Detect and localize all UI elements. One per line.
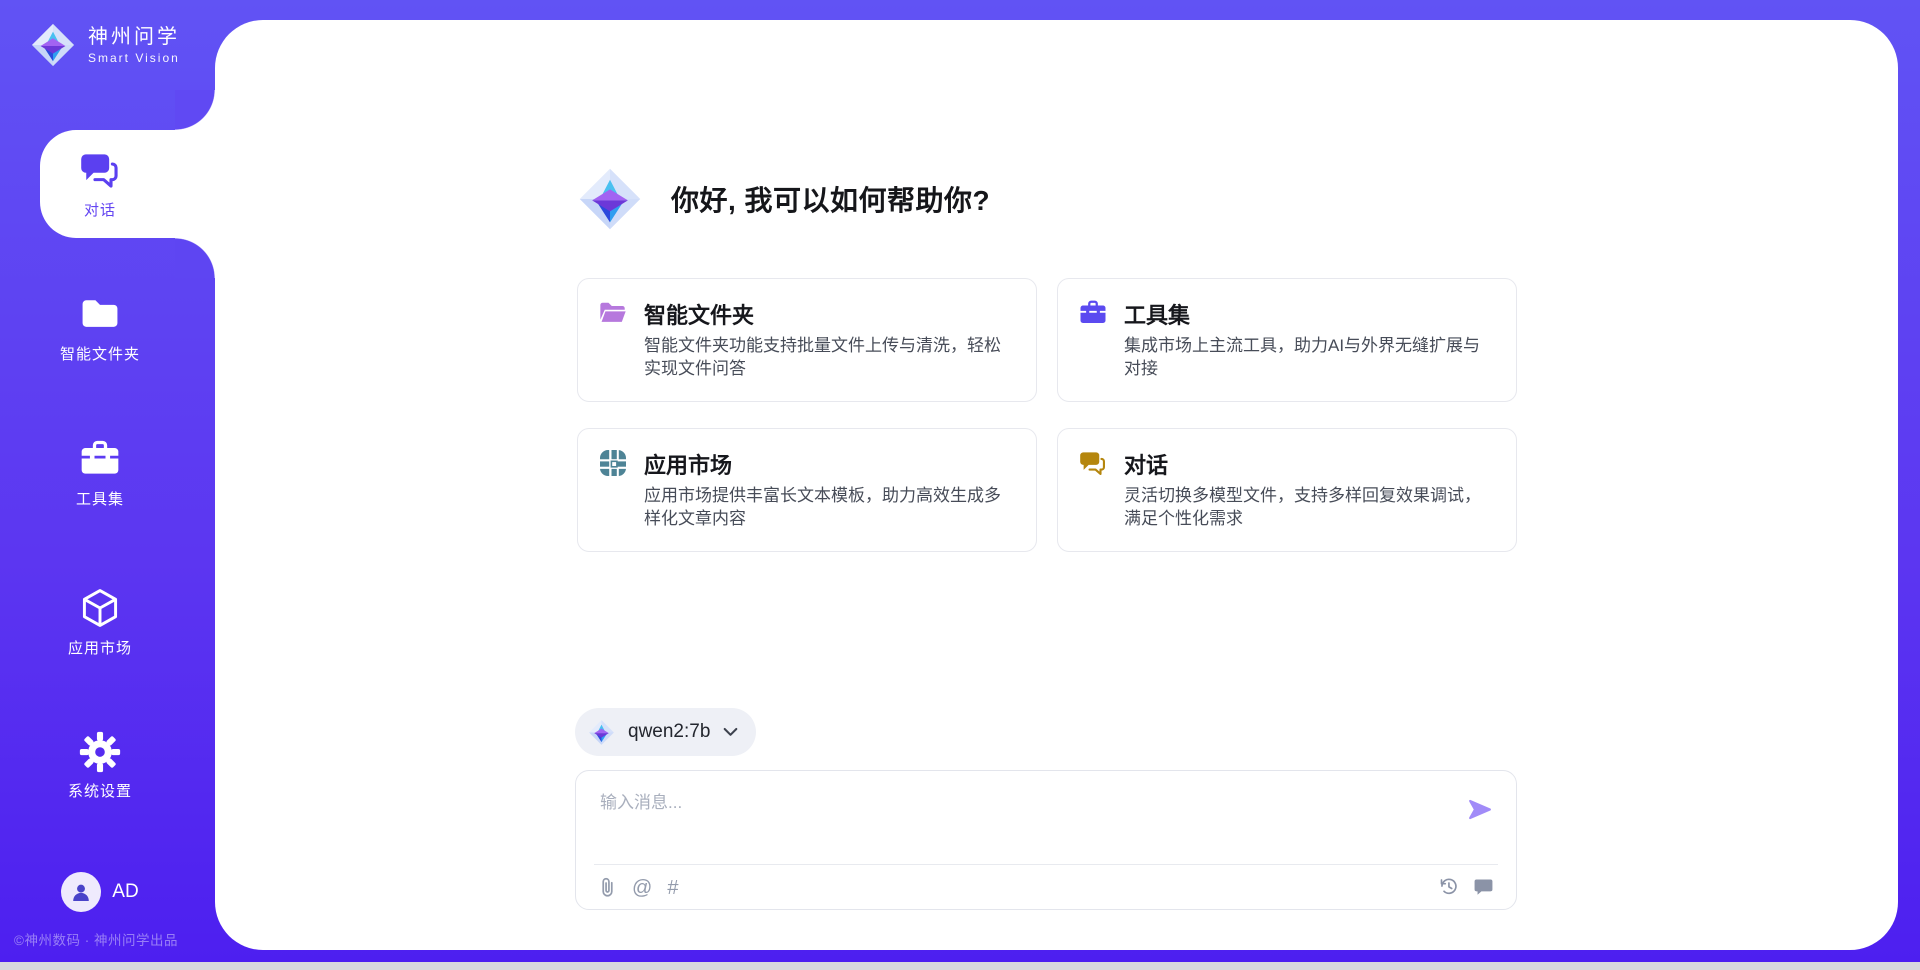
tab-notch-bottom bbox=[175, 237, 216, 278]
composer-toolbar-left: @ # bbox=[598, 876, 678, 899]
card-smart-folder[interactable]: 智能文件夹 智能文件夹功能支持批量文件上传与清洗，轻松实现文件问答 bbox=[577, 278, 1037, 402]
sidebar-item-settings[interactable]: 系统设置 bbox=[0, 731, 200, 801]
paperclip-icon[interactable] bbox=[598, 876, 617, 899]
sidebar-item-label: 应用市场 bbox=[68, 637, 132, 658]
sidebar-item-label: 智能文件夹 bbox=[60, 343, 140, 364]
card-toolset[interactable]: 工具集 集成市场上主流工具，助力AI与外界无缝扩展与对接 bbox=[1057, 278, 1517, 402]
sidebar-item-toolset[interactable]: 工具集 bbox=[0, 437, 200, 509]
greeting-title: 你好, 我可以如何帮助你? bbox=[671, 179, 990, 219]
chat-icon bbox=[78, 148, 122, 192]
avatar bbox=[61, 872, 101, 912]
card-description: 灵活切换多模型文件，支持多样回复效果调试，满足个性化需求 bbox=[1124, 484, 1494, 530]
sidebar-item-label: 系统设置 bbox=[68, 780, 132, 801]
chat-icon bbox=[1078, 448, 1108, 478]
composer-toolbar-right bbox=[1438, 876, 1494, 897]
sidebar-item-app-market[interactable]: 应用市场 bbox=[0, 586, 200, 658]
card-title: 工具集 bbox=[1124, 298, 1190, 330]
card-title: 对话 bbox=[1124, 448, 1168, 480]
send-icon[interactable] bbox=[1467, 797, 1492, 822]
model-selector[interactable]: qwen2:7b bbox=[575, 708, 756, 756]
message-input[interactable] bbox=[598, 785, 1388, 821]
toolbox-icon bbox=[78, 437, 122, 481]
card-chat[interactable]: 对话 灵活切换多模型文件，支持多样回复效果调试，满足个性化需求 bbox=[1057, 428, 1517, 552]
main-panel: 你好, 我可以如何帮助你? 智能文件夹 智能文件夹功能支持批量文件上传与清洗，轻… bbox=[215, 20, 1898, 950]
brand-name: 神州问学 bbox=[88, 26, 180, 48]
diamond-logo-icon bbox=[577, 166, 643, 232]
user-profile[interactable]: AD bbox=[0, 872, 200, 912]
message-composer: @ # bbox=[575, 770, 1517, 910]
card-description: 集成市场上主流工具，助力AI与外界无缝扩展与对接 bbox=[1124, 334, 1494, 380]
app-grid-icon bbox=[598, 448, 628, 478]
card-title: 应用市场 bbox=[644, 448, 732, 480]
cube-icon bbox=[78, 586, 122, 630]
sidebar-item-label: 工具集 bbox=[76, 488, 124, 509]
person-icon bbox=[70, 881, 92, 903]
user-name: AD bbox=[112, 881, 138, 903]
at-icon[interactable]: @ bbox=[632, 878, 652, 898]
sidebar-item-smart-folder[interactable]: 智能文件夹 bbox=[0, 292, 200, 364]
card-description: 应用市场提供丰富长文本模板，助力高效生成多样化文章内容 bbox=[644, 484, 1014, 530]
message-icon[interactable] bbox=[1473, 876, 1494, 897]
brand-subtitle: Smart Vision bbox=[88, 51, 180, 65]
chevron-down-icon bbox=[723, 727, 738, 737]
diamond-logo-icon bbox=[588, 719, 615, 746]
gear-icon bbox=[79, 731, 121, 773]
toolbox-icon bbox=[1078, 298, 1108, 328]
folder-open-icon bbox=[598, 298, 628, 328]
diamond-logo-icon bbox=[30, 22, 76, 68]
app-frame: 神州问学 Smart Vision 对话 智能文件夹 工具集 应用市场 系统设置 bbox=[0, 0, 1920, 962]
brand-logo: 神州问学 Smart Vision bbox=[30, 22, 180, 68]
folder-icon bbox=[78, 292, 122, 336]
brand-text: 神州问学 Smart Vision bbox=[88, 26, 180, 65]
history-icon[interactable] bbox=[1438, 876, 1459, 897]
sidebar-item-chat[interactable]: 对话 bbox=[0, 148, 200, 220]
sidebar-footer: ©神州数码 · 神州问学出品 bbox=[14, 929, 178, 949]
model-name: qwen2:7b bbox=[628, 721, 710, 743]
tab-notch-top bbox=[175, 90, 216, 131]
card-title: 智能文件夹 bbox=[644, 298, 754, 330]
card-app-market[interactable]: 应用市场 应用市场提供丰富长文本模板，助力高效生成多样化文章内容 bbox=[577, 428, 1037, 552]
sidebar-item-label: 对话 bbox=[84, 199, 116, 220]
hash-icon[interactable]: # bbox=[667, 878, 678, 898]
composer-divider bbox=[594, 864, 1498, 865]
greeting-row: 你好, 我可以如何帮助你? bbox=[577, 166, 990, 232]
card-description: 智能文件夹功能支持批量文件上传与清洗，轻松实现文件问答 bbox=[644, 334, 1014, 380]
feature-cards: 智能文件夹 智能文件夹功能支持批量文件上传与清洗，轻松实现文件问答 工具集 集成… bbox=[577, 278, 1517, 552]
